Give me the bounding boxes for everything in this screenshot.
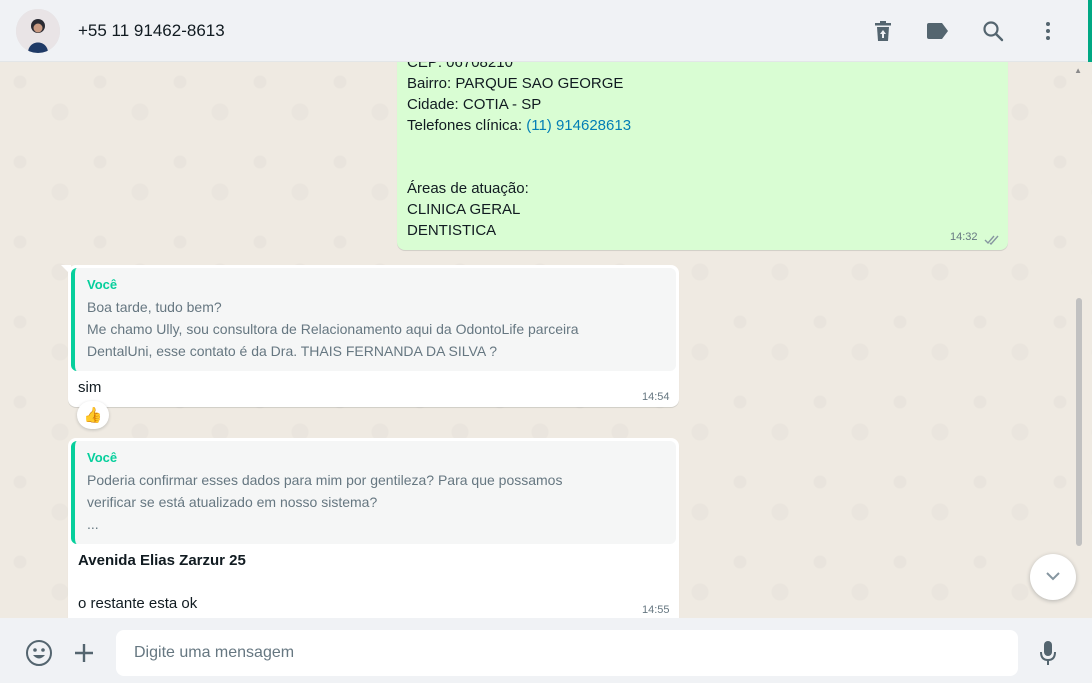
message-line: Bairro: PARQUE SAO GEORGE bbox=[407, 75, 624, 92]
contact-avatar[interactable] bbox=[16, 9, 60, 53]
delete-icon[interactable] bbox=[868, 16, 898, 46]
quote-author: Você bbox=[87, 277, 118, 292]
message-time: 14:55 bbox=[642, 604, 670, 616]
message-time: 14:54 bbox=[642, 391, 670, 403]
incoming-message[interactable]: Você Boa tarde, tudo bem? Me chamo Ully,… bbox=[68, 265, 679, 407]
message-line: Áreas de atuação: bbox=[407, 180, 529, 197]
chat-header: +55 11 91462-8613 bbox=[0, 0, 1092, 116]
phone-link[interactable]: (11) 914628613 bbox=[526, 117, 631, 134]
message-line: Telefones clínica: (11) 914628613 bbox=[407, 115, 631, 136]
avatar-photo bbox=[16, 9, 60, 53]
microphone-icon[interactable] bbox=[1032, 637, 1064, 669]
scrollbar-thumb[interactable] bbox=[1076, 298, 1082, 546]
message-bold-text: Avenida Elias Zarzur 25 bbox=[78, 552, 246, 569]
composer-bar bbox=[0, 618, 1092, 683]
message-text: sim bbox=[78, 379, 102, 396]
message-line bbox=[407, 136, 631, 157]
scroll-down-button[interactable] bbox=[1030, 554, 1076, 600]
more-icon[interactable] bbox=[1033, 16, 1063, 46]
label-icon[interactable] bbox=[923, 16, 953, 46]
attach-plus-icon[interactable] bbox=[68, 637, 100, 669]
message-line: Cidade: COTIA - SP bbox=[407, 96, 542, 113]
scroll-up-arrow-icon[interactable]: ▲ bbox=[1074, 66, 1082, 75]
contact-name[interactable]: +55 11 91462-8613 bbox=[78, 21, 225, 41]
quote-text: Boa tarde, tudo bem? Me chamo Ully, sou … bbox=[87, 299, 579, 359]
message-line: DENTISTICA bbox=[407, 222, 497, 239]
message-time: 14:32 bbox=[950, 231, 978, 243]
chat-area[interactable]: CEP: 06708210 Bairro: PARQUE SAO GEORGE … bbox=[0, 62, 1092, 618]
scrollbar[interactable]: ▲ bbox=[1074, 62, 1088, 618]
phone-label: Telefones clínica: bbox=[407, 117, 527, 134]
read-receipt-icon bbox=[984, 232, 1000, 250]
message-input[interactable] bbox=[116, 630, 1018, 676]
message-line: CEP: 06708210 bbox=[407, 62, 513, 71]
message-line bbox=[407, 157, 631, 178]
message-line: CLINICA GERAL bbox=[407, 201, 521, 218]
emoji-icon[interactable] bbox=[23, 637, 55, 669]
quoted-message[interactable]: Você Boa tarde, tudo bem? Me chamo Ully,… bbox=[71, 268, 676, 371]
quote-text: Poderia confirmar esses dados para mim p… bbox=[87, 472, 563, 532]
incoming-message[interactable]: Você Poderia confirmar esses dados para … bbox=[68, 438, 679, 618]
quoted-message[interactable]: Você Poderia confirmar esses dados para … bbox=[71, 441, 676, 544]
message-text: o restante esta ok bbox=[78, 595, 198, 612]
reaction-thumbs-up[interactable]: 👍 bbox=[77, 401, 109, 429]
chevron-down-icon bbox=[1045, 568, 1061, 586]
search-icon[interactable] bbox=[978, 16, 1008, 46]
outgoing-message[interactable]: CEP: 06708210 Bairro: PARQUE SAO GEORGE … bbox=[397, 62, 1008, 250]
quote-author: Você bbox=[87, 450, 118, 465]
